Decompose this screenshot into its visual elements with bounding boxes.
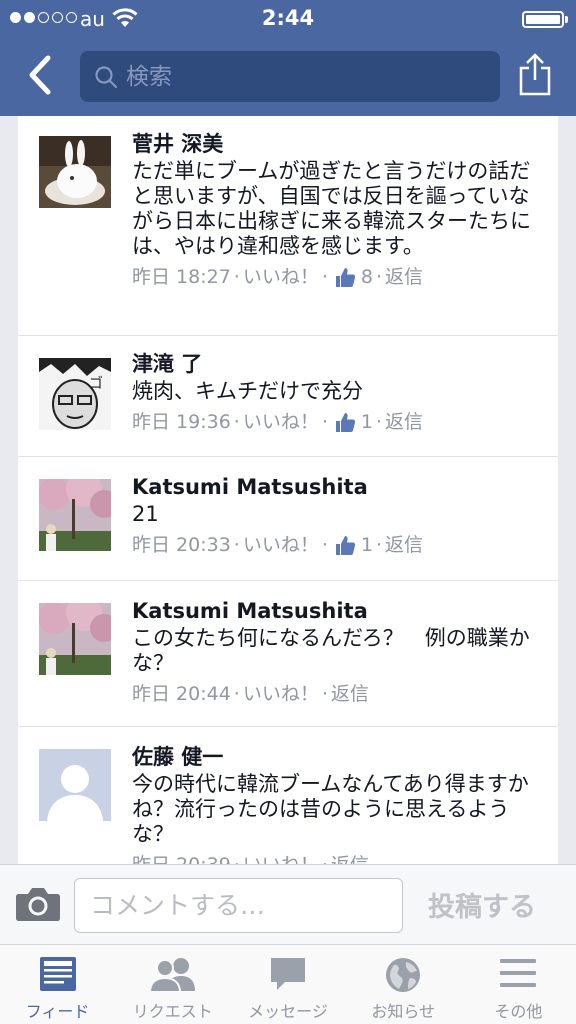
comment-time: 昨日 20:33: [132, 534, 231, 556]
comment-text: ただ単にブームが過ぎたと言うだけの話だと思いますが、自国では反日を謳っていながら…: [132, 159, 531, 258]
tab-more[interactable]: その他: [461, 945, 576, 1024]
reply-button[interactable]: 返信: [385, 530, 423, 560]
avatar[interactable]: [39, 479, 111, 551]
reply-button[interactable]: 返信: [331, 679, 369, 709]
commenter-name[interactable]: Katsumi Matsushita: [132, 473, 542, 501]
comment-item: ゴ 津滝 了 焼肉、キムチだけで充分 昨日 19:36 · いいね！ · 1 ·…: [18, 336, 558, 457]
commenter-name[interactable]: 菅井 深美: [132, 130, 542, 158]
comment-time: 昨日 18:27: [132, 266, 231, 288]
commenter-name[interactable]: 佐藤 健一: [132, 743, 542, 771]
comment-text: 焼肉、キムチだけで充分: [132, 379, 363, 403]
comment-item: Katsumi Matsushita 21 昨日 20:33 · いいね！ · …: [18, 457, 558, 581]
share-button[interactable]: [517, 52, 553, 96]
comment-input[interactable]: コメントする…: [74, 878, 403, 933]
comment-text: 21: [132, 502, 159, 526]
like-button[interactable]: いいね！: [243, 850, 319, 864]
avatar[interactable]: [39, 749, 111, 821]
avatar[interactable]: [39, 136, 111, 208]
camera-button[interactable]: [15, 886, 61, 922]
reply-button[interactable]: 返信: [385, 262, 423, 292]
friend-requests-icon: [148, 958, 195, 992]
status-bar: au 2:44: [0, 0, 576, 38]
comment-meta: 昨日 20:39 · いいね！ · 返信: [132, 850, 542, 864]
comment-item: Katsumi Matsushita この女たち何になるんだろ？ 例の職業かな？…: [18, 581, 558, 727]
search-icon: [95, 65, 118, 88]
reply-button[interactable]: 返信: [331, 850, 369, 864]
thumbs-up-icon: [334, 534, 356, 556]
tab-notifications[interactable]: お知らせ: [346, 945, 461, 1024]
comment-time: 昨日 20:39: [132, 850, 231, 864]
comment-meta: 昨日 18:27 · いいね！ · 8 · 返信: [132, 262, 542, 292]
thumbs-up-icon: [334, 266, 356, 288]
commenter-name[interactable]: 津滝 了: [132, 350, 542, 378]
globe-icon: [386, 958, 421, 992]
comment-list: 菅井 深美 ただ単にブームが過ぎたと言うだけの話だと思いますが、自国では反日を謳…: [18, 116, 558, 864]
svg-text:ゴ: ゴ: [89, 375, 103, 392]
avatar[interactable]: [39, 603, 111, 675]
like-button[interactable]: いいね！: [243, 530, 319, 560]
tab-requests[interactable]: リクエスト: [115, 945, 230, 1024]
manga-face-avatar: ゴ: [39, 358, 111, 430]
comment-time: 昨日 19:36: [132, 411, 231, 433]
avatar[interactable]: ゴ: [39, 358, 111, 430]
post-button[interactable]: 投稿する: [428, 885, 536, 924]
default-avatar-icon: [39, 749, 111, 821]
like-count: 8: [360, 266, 373, 288]
comment-composer: コメントする… 投稿する: [0, 864, 576, 944]
messages-icon: [271, 958, 305, 990]
tab-label: リクエスト: [132, 1002, 213, 1021]
back-button[interactable]: [22, 52, 62, 98]
battery-icon: [522, 11, 564, 28]
comment-meta: 昨日 19:36 · いいね！ · 1 · 返信: [132, 407, 542, 437]
like-count: 1: [360, 411, 373, 433]
tab-label: メッセージ: [248, 1002, 328, 1021]
comment-text: この女たち何になるんだろ？ 例の職業かな？: [132, 626, 530, 675]
like-button[interactable]: いいね！: [243, 262, 319, 292]
tab-label: お知らせ: [371, 1002, 436, 1021]
tab-label: その他: [494, 1002, 543, 1021]
comment-time: 昨日 20:44: [132, 683, 231, 705]
commenter-name[interactable]: Katsumi Matsushita: [132, 597, 542, 625]
like-button[interactable]: いいね！: [243, 407, 319, 437]
comment-meta: 昨日 20:44 · いいね！ · 返信: [132, 679, 542, 709]
thumbs-up-icon: [334, 411, 356, 433]
comment-item: 菅井 深美 ただ単にブームが過ぎたと言うだけの話だと思いますが、自国では反日を謳…: [18, 116, 558, 336]
comment-text: 今の時代に韓流ブームなんてあり得ますかね？流行ったのは昔のように思えるような？: [132, 772, 529, 846]
search-bar[interactable]: [80, 51, 500, 102]
tab-bar: フィード リクエスト メッセージ お知らせ その他: [0, 944, 576, 1024]
like-count: 1: [360, 534, 373, 556]
comment-meta: 昨日 20:33 · いいね！ · 1 · 返信: [132, 530, 542, 560]
comment-item: 佐藤 健一 今の時代に韓流ブームなんてあり得ますかね？流行ったのは昔のように思え…: [18, 727, 558, 864]
menu-icon: [500, 959, 537, 987]
like-button[interactable]: いいね！: [243, 679, 319, 709]
rabbit-photo: [39, 136, 111, 208]
tab-label: フィード: [25, 1002, 90, 1021]
cherry-blossom-photo: [39, 479, 111, 551]
status-time: 2:44: [261, 6, 315, 30]
reply-button[interactable]: 返信: [385, 407, 423, 437]
feed-icon: [39, 957, 76, 991]
tab-messages[interactable]: メッセージ: [230, 945, 345, 1024]
tab-feed[interactable]: フィード: [0, 945, 115, 1024]
cherry-blossom-photo: [39, 603, 111, 675]
top-bar: au 2:44: [0, 0, 576, 116]
search-input[interactable]: [126, 63, 486, 90]
